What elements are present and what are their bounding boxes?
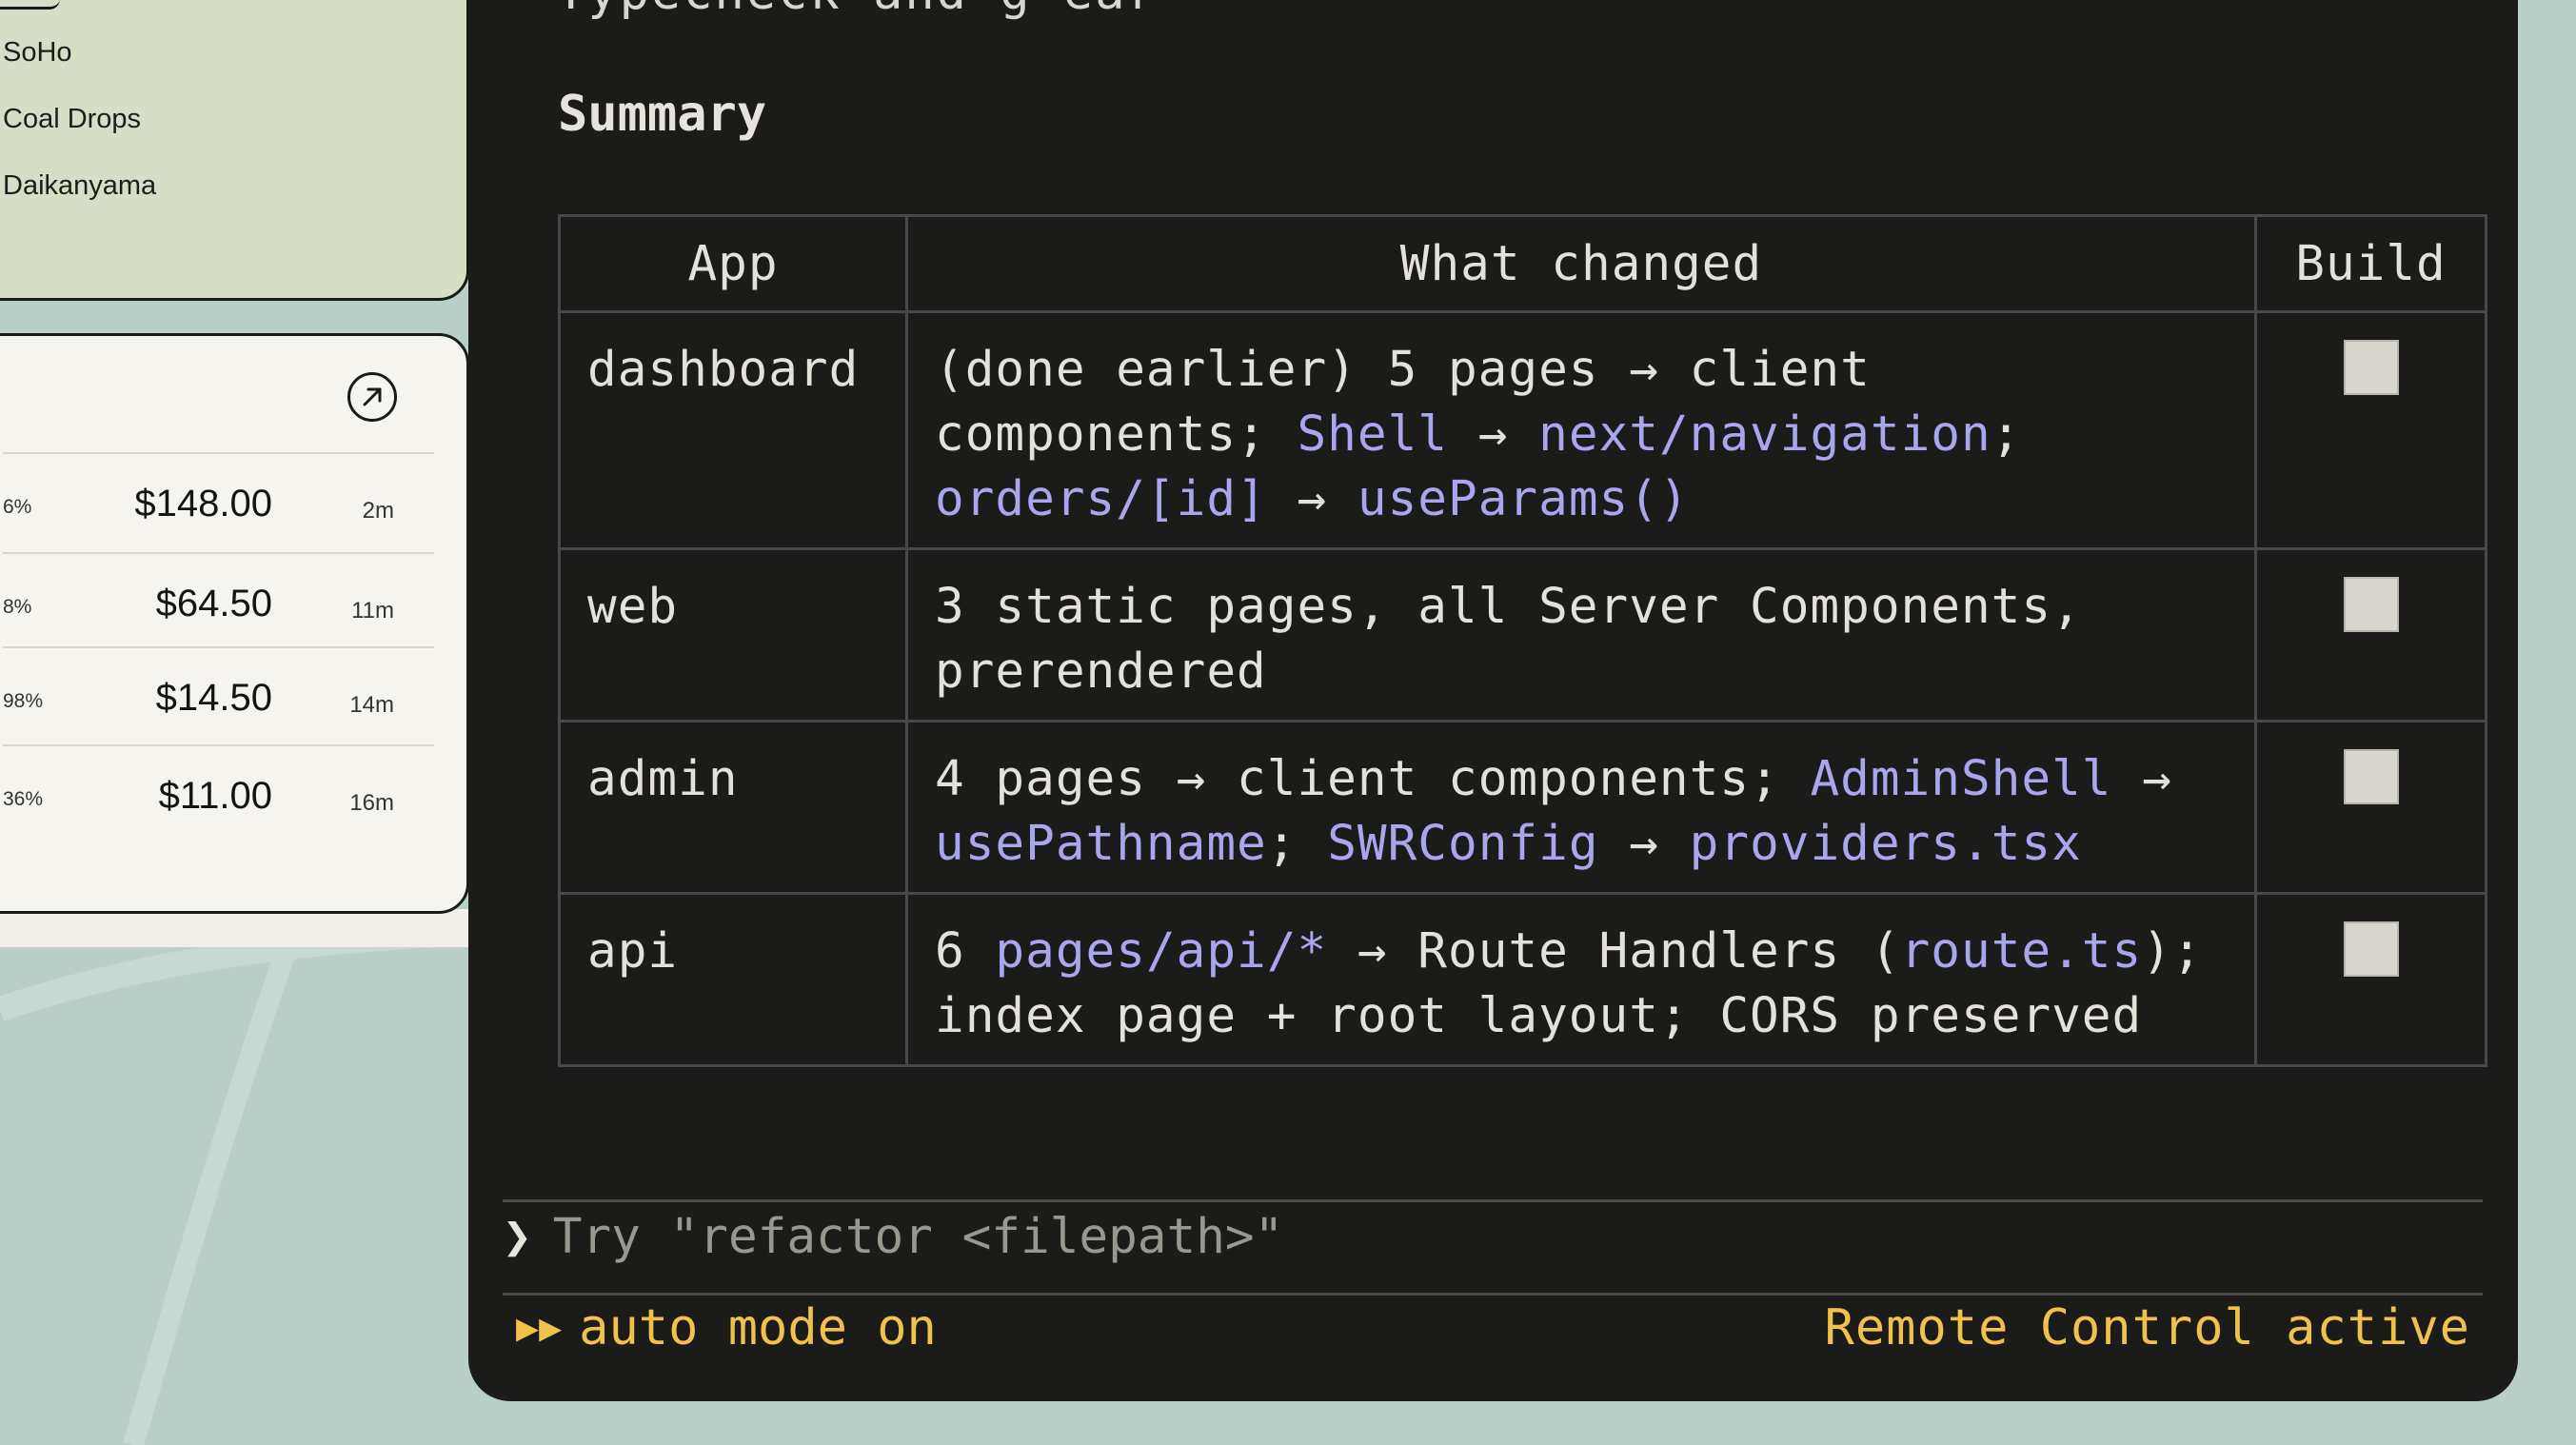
- fast-forward-icon: ▶▶: [516, 1306, 563, 1350]
- payments-card: 6% $148.00 2m 8% $64.50 11m 98% $14.50 1…: [0, 333, 469, 914]
- prompt-input[interactable]: ❯ Try "refactor <filepath>": [503, 1209, 1283, 1265]
- app-name-cell: admin: [558, 720, 908, 895]
- app-name-cell: api: [558, 892, 908, 1067]
- auto-mode-indicator[interactable]: ▶▶ auto mode on: [516, 1299, 937, 1356]
- column-header-what-changed: What changed: [905, 214, 2257, 313]
- build-cell: [2254, 720, 2487, 895]
- table-row: web 3 static pages, all Server Components…: [558, 547, 2487, 722]
- what-changed-cell: (done earlier) 5 pages → client componen…: [905, 310, 2257, 550]
- code-reference: orders/[id]: [935, 471, 1267, 527]
- payment-time: 16m: [349, 790, 394, 816]
- code-reference: useParams(): [1357, 471, 1690, 527]
- build-status-checkbox[interactable]: [2343, 340, 2399, 395]
- payment-percent: 6%: [3, 496, 32, 518]
- location-item[interactable]: Coal Drops: [3, 104, 141, 135]
- build-cell: [2254, 547, 2487, 722]
- terminal-window: Typecheck and g ear Summary App What cha…: [468, 0, 2518, 1401]
- change-text: →: [1266, 471, 1357, 527]
- what-changed-cell: 3 static pages, all Server Components, p…: [905, 547, 2257, 722]
- open-external-button[interactable]: [347, 372, 397, 422]
- prompt-divider-top: [503, 1199, 2483, 1202]
- change-text: → Route Handlers (: [1327, 923, 1901, 980]
- change-text: 3 static pages, all Server Components, p…: [935, 579, 2082, 700]
- code-reference: pages/api/*: [995, 923, 1328, 980]
- change-text: →: [1598, 816, 1690, 872]
- change-text: ;: [1266, 816, 1328, 872]
- auto-mode-label: auto mode on: [579, 1299, 937, 1356]
- change-text: ;: [1991, 406, 2022, 463]
- code-reference: Shell: [1297, 406, 1448, 463]
- summary-table: App What changed Build dashboard (done ea…: [558, 214, 2487, 1067]
- build-status-checkbox[interactable]: [2343, 577, 2399, 632]
- previous-output-text: Typecheck and g ear: [556, 0, 1159, 21]
- build-cell: [2254, 892, 2487, 1067]
- app-name-cell: web: [558, 547, 908, 722]
- table-row: api 6 pages/api/* → Route Handlers (route…: [558, 892, 2487, 1067]
- payment-percent: 98%: [3, 690, 44, 712]
- payment-row[interactable]: 36% $11.00 16m: [3, 744, 434, 841]
- payment-amount: $64.50: [155, 583, 272, 624]
- app-name-cell: dashboard: [558, 310, 908, 550]
- panel-backdrop: [0, 909, 471, 947]
- build-status-checkbox[interactable]: [2343, 749, 2399, 804]
- what-changed-cell: 6 pages/api/* → Route Handlers (route.ts…: [905, 892, 2257, 1067]
- payment-time: 2m: [362, 498, 394, 524]
- column-header-build: Build: [2254, 214, 2487, 313]
- code-reference: providers.tsx: [1689, 816, 2082, 872]
- prompt-caret-icon: ❯: [503, 1209, 532, 1265]
- column-header-app: App: [558, 214, 908, 313]
- change-text: →: [1448, 406, 1539, 463]
- payment-time: 14m: [349, 692, 394, 718]
- payment-amount: $14.50: [155, 677, 272, 719]
- locations-card: SoHo Coal Drops Daikanyama: [0, 0, 469, 301]
- change-text: 4 pages → client components;: [935, 751, 1811, 807]
- prompt-placeholder: Try "refactor <filepath>": [552, 1209, 1284, 1265]
- table-row: admin 4 pages → client components; AdminS…: [558, 720, 2487, 895]
- what-changed-cell: 4 pages → client components; AdminShell …: [905, 720, 2257, 895]
- payment-percent: 36%: [3, 788, 44, 810]
- code-reference: route.ts: [1900, 923, 2143, 980]
- location-item[interactable]: SoHo: [3, 37, 72, 69]
- payment-amount: $11.00: [158, 775, 272, 817]
- payment-row[interactable]: 98% $14.50 14m: [3, 646, 434, 743]
- payment-row[interactable]: 8% $64.50 11m: [3, 552, 434, 649]
- table-row: dashboard (done earlier) 5 pages → client…: [558, 310, 2487, 550]
- build-status-checkbox[interactable]: [2343, 921, 2399, 977]
- prompt-divider-bottom: [503, 1293, 2483, 1296]
- payment-percent: 8%: [3, 596, 32, 618]
- summary-heading: Summary: [558, 86, 767, 143]
- location-item[interactable]: Daikanyama: [3, 170, 156, 202]
- code-reference: next/navigation: [1538, 406, 1991, 463]
- payment-amount: $148.00: [134, 483, 272, 525]
- code-reference: SWRConfig: [1327, 816, 1599, 872]
- payment-row[interactable]: 6% $148.00 2m: [3, 452, 434, 549]
- arrow-up-right-icon: [363, 387, 382, 406]
- change-text: 6: [935, 923, 996, 980]
- table-header-row: App What changed Build: [558, 214, 2487, 313]
- card-handle: [0, 0, 60, 10]
- build-cell: [2254, 310, 2487, 550]
- remote-control-status: Remote Control active: [1824, 1299, 2470, 1356]
- code-reference: AdminShell: [1810, 751, 2112, 807]
- payment-time: 11m: [351, 598, 394, 624]
- code-reference: usePathname: [935, 816, 1267, 872]
- change-text: →: [2111, 751, 2172, 807]
